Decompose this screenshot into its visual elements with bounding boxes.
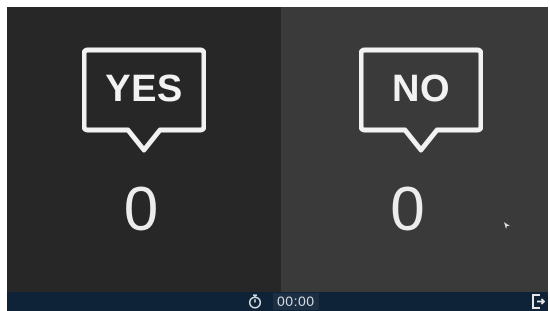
stopwatch-icon[interactable] (248, 294, 262, 311)
yes-speech-bubble-icon: YES (82, 46, 206, 158)
exit-icon[interactable] (531, 294, 546, 311)
no-count: 0 (390, 175, 425, 244)
timer-display: 00:00 (273, 293, 319, 310)
yes-count: 0 (123, 175, 159, 244)
yes-label: YES (105, 67, 183, 110)
footer-bar: 00:00 (7, 292, 548, 311)
poll-screen: YES 0 NO 0 00:00 (7, 7, 548, 311)
no-panel[interactable]: NO 0 (281, 7, 548, 292)
no-label: NO (392, 67, 450, 110)
no-speech-bubble-icon: NO (359, 46, 483, 158)
yes-panel[interactable]: YES 0 (7, 7, 281, 292)
mouse-cursor-icon (504, 216, 510, 234)
